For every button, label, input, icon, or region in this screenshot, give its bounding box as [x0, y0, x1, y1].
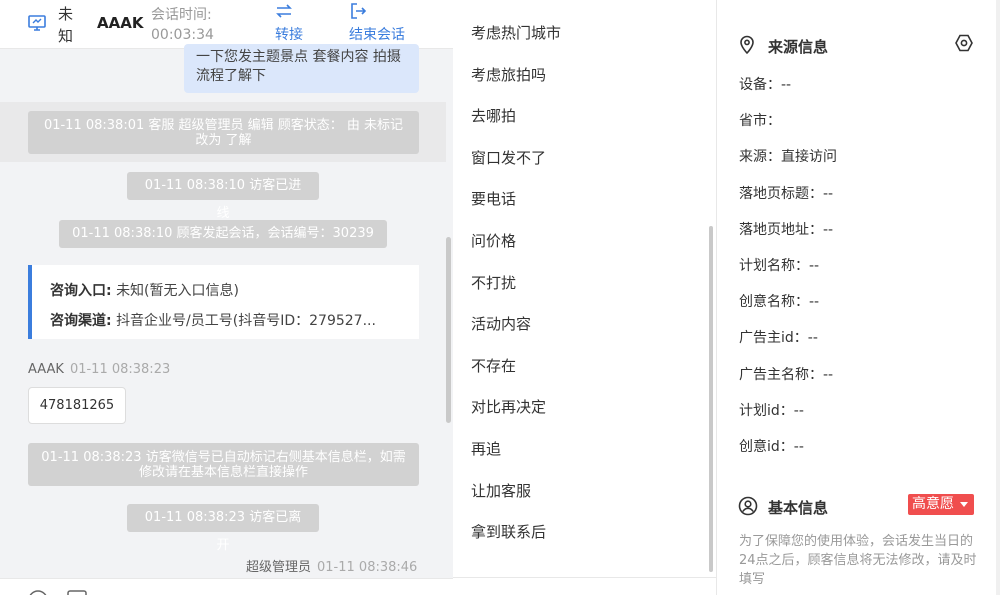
consult-channel-value: 抖音企业号/员工号(抖音号ID：279527...: [116, 313, 376, 329]
info-panel: 来源信息 设备：-- 省市： 来源：直接访问 落地页标题：-- 落地页地址：--…: [717, 0, 1000, 595]
message-time: 01-11 08:38:46: [317, 560, 418, 575]
basic-info-note: 为了保障您的使用体验，会话发生当日的24点之后，顾客信息将无法修改，请及时填写: [739, 534, 977, 587]
source-info-title: 来源信息: [738, 35, 829, 57]
transfer-button[interactable]: 转接: [275, 2, 303, 44]
chat-toolbar: [0, 578, 453, 595]
session-time-label: 会话时间:: [151, 7, 212, 23]
end-session-label: 结束会话: [349, 27, 405, 43]
agent-message-sender: 超级管理员 01-11 08:38:46: [246, 556, 417, 575]
quick-reply-scrollbar[interactable]: [709, 226, 713, 572]
source-field-advertiser-id: 广告主id：--: [739, 330, 818, 347]
consult-entry-value: 未知(暂无入口信息): [116, 283, 239, 299]
agent-bubble: 一下您发主题景点 套餐内容 拍摄流程了解下: [184, 44, 419, 93]
source-field-creative-name: 创意名称：--: [739, 294, 820, 311]
visitor-name: AAAK: [97, 14, 144, 32]
quick-reply-item[interactable]: 窗口发不了: [471, 138, 561, 180]
consult-entry-label: 咨询入口:: [50, 283, 112, 299]
intent-dropdown[interactable]: 高意愿: [908, 494, 974, 515]
source-field-advertiser-name: 广告主名称：--: [739, 366, 834, 383]
source-field-plan-id: 计划id：--: [739, 402, 804, 419]
quick-reply-item[interactable]: 不打扰: [471, 263, 561, 305]
source-field-device: 设备：--: [739, 77, 792, 93]
quick-reply-list: 考虑热门城市 考虑旅拍吗 去哪拍 窗口发不了 要电话 问价格 不打扰 活动内容 …: [471, 13, 561, 554]
source-field-source: 来源：直接访问: [739, 149, 837, 166]
chat-scrollbar[interactable]: [446, 237, 451, 423]
location-icon: [740, 35, 754, 55]
settings-icon[interactable]: [954, 33, 974, 57]
monitor-icon: [27, 13, 47, 33]
visitor-status: 未知: [58, 5, 74, 45]
source-field-landing-url: 落地页地址：--: [739, 221, 834, 238]
quick-reply-item[interactable]: 让加客服: [471, 471, 561, 513]
panel-scroll-edge: [996, 0, 1000, 595]
message-sender: AAAK 01-11 08:38:23: [28, 362, 170, 377]
sender-name: 超级管理员: [246, 560, 312, 575]
quick-reply-item[interactable]: 问价格: [471, 221, 561, 263]
image-icon[interactable]: [66, 589, 88, 595]
quick-reply-item[interactable]: 要电话: [471, 179, 561, 221]
quick-reply-item[interactable]: 对比再决定: [471, 387, 561, 429]
quick-reply-item[interactable]: 再追: [471, 429, 561, 471]
visitor-message-bubble: 478181265: [28, 387, 126, 424]
source-field-province: 省市：: [739, 113, 781, 130]
source-field-landing-title: 落地页标题：--: [739, 185, 834, 202]
chat-header: 未知 AAAK 会话时间: 00:03:34 转接 结束会话: [0, 0, 453, 49]
session-time: 00:03:34: [151, 27, 214, 43]
quick-reply-item[interactable]: 去哪拍: [471, 96, 561, 138]
quick-reply-item[interactable]: 拿到联系后: [471, 512, 561, 554]
quick-reply-item[interactable]: 考虑热门城市: [471, 13, 561, 55]
transfer-icon: [276, 4, 292, 18]
system-message: 01-11 08:38:10 访客已进线: [127, 172, 319, 221]
source-info-title-text: 来源信息: [768, 38, 829, 56]
system-message: 01-11 08:38:23 访客已离开: [127, 504, 319, 553]
transfer-label: 转接: [275, 27, 303, 43]
user-icon: [738, 496, 758, 516]
basic-info-title-text: 基本信息: [768, 499, 829, 517]
source-field-plan-name: 计划名称：--: [739, 257, 820, 274]
chat-panel: 未知 AAAK 会话时间: 00:03:34 转接 结束会话 一下您发主题景点 …: [0, 0, 453, 595]
source-field-creative-id: 创意id：--: [739, 438, 804, 455]
system-message: 01-11 08:38:23 访客微信号已自动标记右侧基本信息栏，如需修改请在基…: [28, 443, 419, 486]
source-fields: 设备：-- 省市： 来源：直接访问 落地页标题：-- 落地页地址：-- 计划名称…: [739, 67, 837, 465]
system-message: 01-11 08:38:01 客服 超级管理员 编辑 顾客状态： 由 未标记 改…: [28, 111, 419, 154]
quick-reply-item[interactable]: 考虑旅拍吗: [471, 55, 561, 97]
exit-icon: [351, 3, 367, 19]
sender-name: AAAK: [28, 362, 64, 377]
consult-info-card: 咨询入口: 未知(暂无入口信息) 咨询渠道: 抖音企业号/员工号(抖音号ID：2…: [28, 265, 419, 339]
quick-reply-item[interactable]: 不存在: [471, 346, 561, 388]
basic-info-title: 基本信息: [738, 496, 829, 518]
caret-down-icon: [960, 502, 968, 507]
system-message: 01-11 08:38:10 顾客发起会话，会话编号：30239: [59, 220, 387, 248]
end-session-button[interactable]: 结束会话: [349, 2, 405, 44]
quick-reply-item[interactable]: 活动内容: [471, 304, 561, 346]
emoji-icon[interactable]: [27, 589, 49, 595]
intent-label: 高意愿: [912, 496, 954, 512]
message-time: 01-11 08:38:23: [69, 362, 171, 377]
quick-reply-panel: 考虑热门城市 考虑旅拍吗 去哪拍 窗口发不了 要电话 问价格 不打扰 活动内容 …: [453, 0, 717, 595]
consult-channel-label: 咨询渠道:: [50, 313, 112, 329]
quick-reply-footer: [453, 577, 716, 595]
